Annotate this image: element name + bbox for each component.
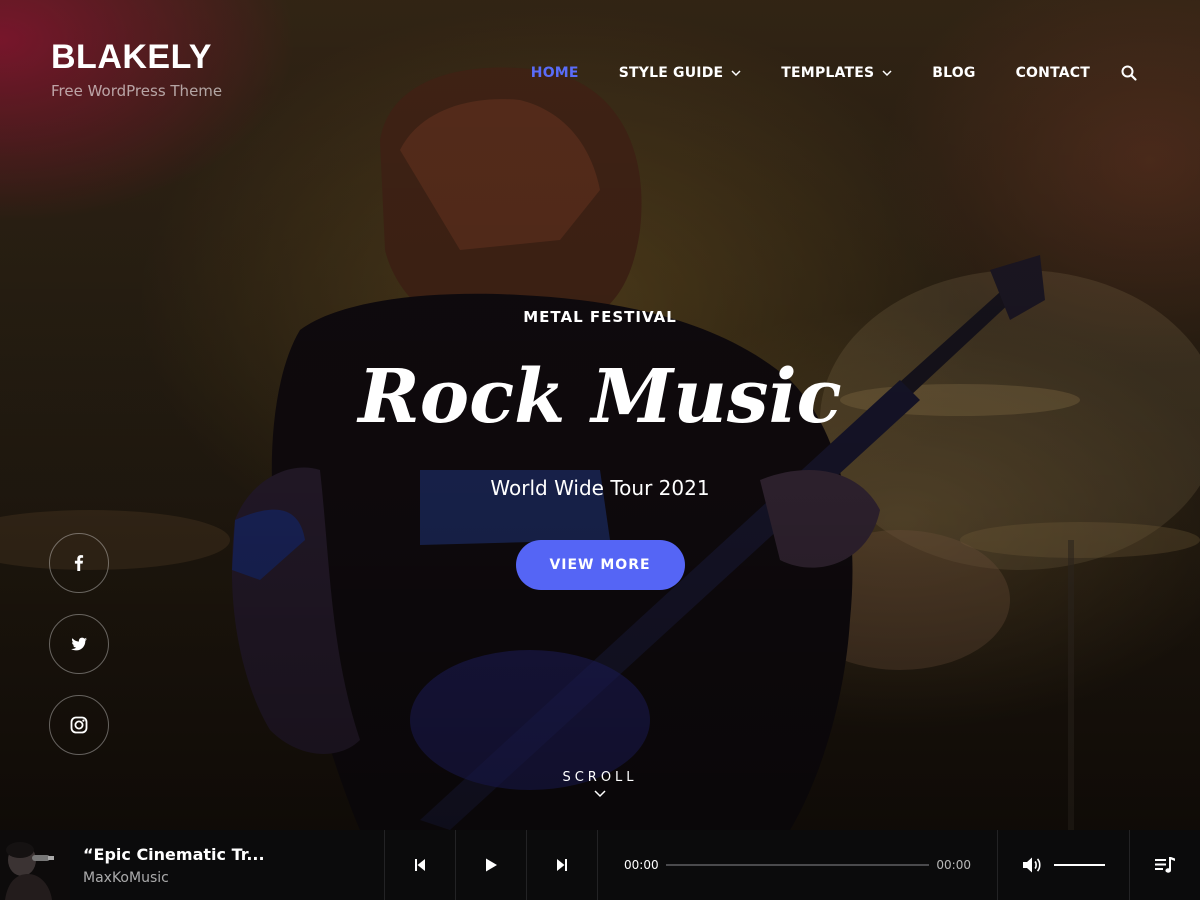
instagram-link[interactable] — [49, 695, 109, 755]
view-more-button[interactable]: VIEW MORE — [515, 540, 685, 590]
playlist-button[interactable] — [1129, 830, 1200, 900]
instagram-icon — [70, 716, 88, 734]
site-tagline: Free WordPress Theme — [51, 82, 223, 100]
scroll-label: SCROLL — [562, 770, 638, 785]
facebook-link[interactable] — [49, 533, 109, 593]
search-icon[interactable] — [1120, 64, 1138, 82]
duration: 00:00 — [936, 858, 971, 872]
social-links — [49, 533, 109, 776]
nav-item-contact[interactable]: CONTACT — [1016, 62, 1090, 84]
twitter-icon — [71, 637, 87, 651]
volume-fill — [1054, 864, 1105, 866]
volume-icon[interactable] — [1022, 856, 1042, 874]
track-info: “Epic Cinematic Tr... MaxKoMusic — [70, 830, 384, 900]
nav-item-label: HOME — [530, 65, 579, 81]
nav-item-label: CONTACT — [1015, 65, 1090, 81]
facebook-icon — [74, 555, 84, 571]
main-navigation: HOME STYLE GUIDE TEMPLATES BLOG CONTACT — [531, 62, 1138, 84]
nav-item-label: BLOG — [932, 65, 976, 81]
audio-player: “Epic Cinematic Tr... MaxKoMusic 00:00 0… — [0, 830, 1200, 900]
site-branding: BLAKELY Free WordPress Theme — [51, 38, 222, 100]
nav-item-label: STYLE GUIDE — [618, 65, 724, 81]
nav-item-blog[interactable]: BLOG — [932, 62, 975, 84]
hero-content: METAL FESTIVAL Rock Music World Wide Tou… — [0, 308, 1200, 590]
track-thumbnail — [0, 830, 70, 900]
playlist-icon — [1155, 857, 1175, 873]
nav-item-label: TEMPLATES — [781, 65, 875, 81]
current-time: 00:00 — [624, 858, 659, 872]
twitter-link[interactable] — [49, 614, 109, 674]
progress-section: 00:00 00:00 — [597, 830, 997, 900]
play-button[interactable] — [455, 830, 526, 900]
skip-previous-icon — [415, 859, 425, 871]
nav-item-home[interactable]: HOME — [531, 62, 579, 84]
nav-item-style-guide[interactable]: STYLE GUIDE — [619, 62, 742, 84]
hero-headline: Rock Music — [358, 354, 842, 440]
progress-slider[interactable] — [666, 864, 929, 866]
track-artist: MaxKoMusic — [83, 869, 169, 886]
play-icon — [486, 858, 497, 872]
skip-next-icon — [557, 859, 567, 871]
chevron-down-icon — [594, 790, 606, 798]
hero-eyebrow: METAL FESTIVAL — [523, 308, 677, 326]
previous-button[interactable] — [384, 830, 455, 900]
track-title: “Epic Cinematic Tr... — [83, 844, 265, 864]
scroll-indicator[interactable]: SCROLL — [0, 770, 1200, 799]
volume-control — [997, 830, 1129, 900]
hero-subline: World Wide Tour 2021 — [490, 476, 710, 500]
nav-item-templates[interactable]: TEMPLATES — [781, 62, 892, 84]
next-button[interactable] — [526, 830, 597, 900]
volume-slider[interactable] — [1054, 864, 1105, 866]
chevron-down-icon — [882, 70, 892, 77]
chevron-down-icon — [731, 70, 741, 77]
site-title[interactable]: BLAKELY — [51, 38, 222, 76]
